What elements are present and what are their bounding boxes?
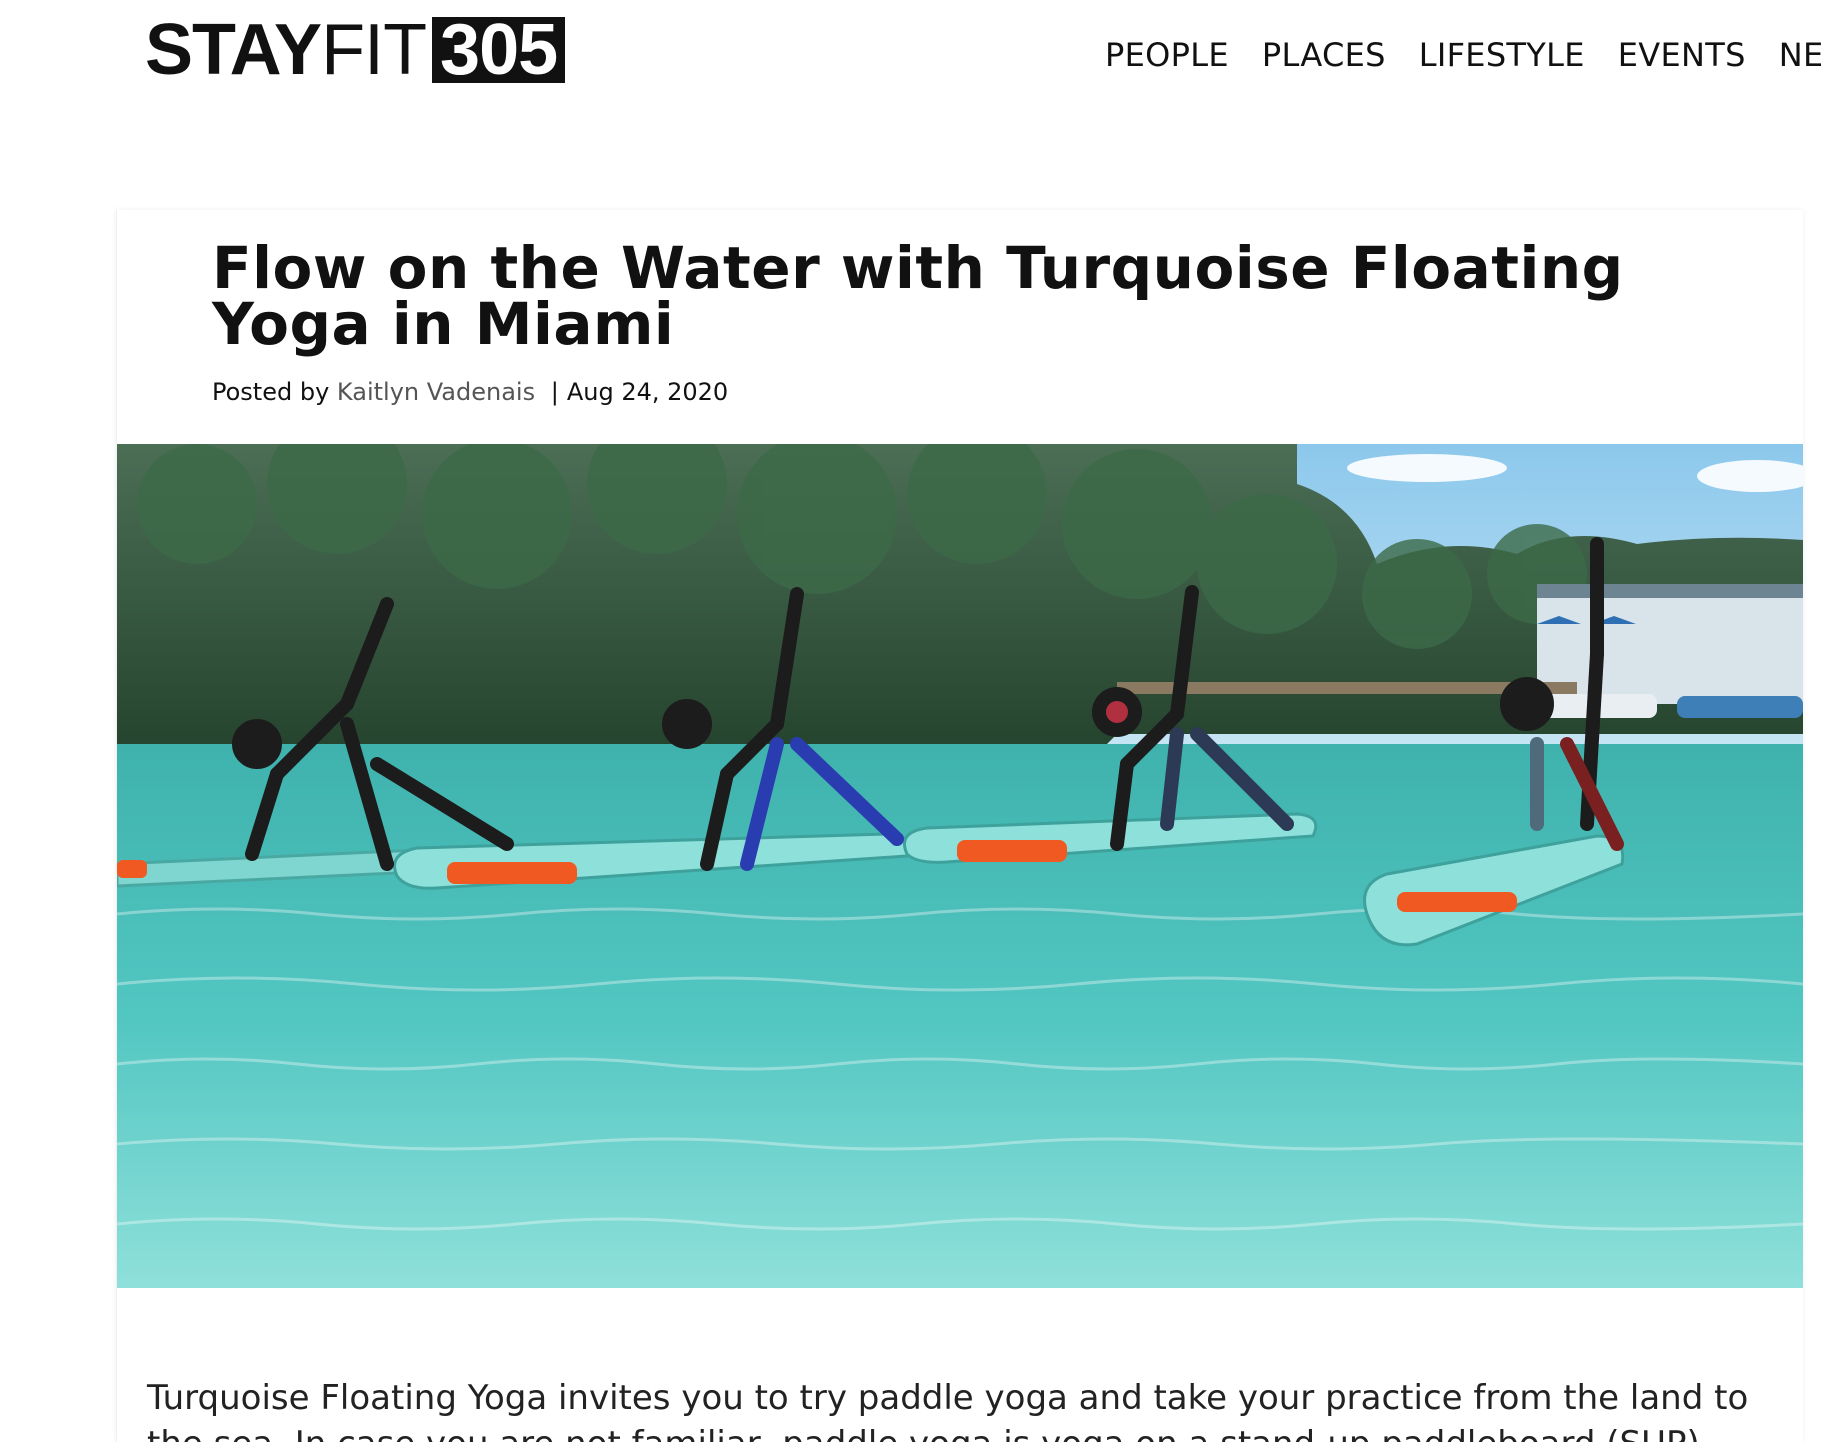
nav-news[interactable]: NEWS (1779, 36, 1821, 74)
article-title: Flow on the Water with Turquoise Floatin… (212, 234, 1624, 358)
main-nav: PEOPLE PLACES LIFESTYLE EVENTS NEWS (1105, 36, 1821, 74)
meta-separator: | (550, 378, 559, 406)
logo-stay: STAY (145, 10, 322, 90)
post-date: Aug 24, 2020 (566, 378, 729, 406)
nav-places[interactable]: PLACES (1262, 36, 1386, 74)
site-logo[interactable]: STAY FIT 305 (145, 10, 566, 90)
author-link[interactable]: Kaitlyn Vadenais (337, 378, 535, 406)
article-card: Flow on the Water with Turquoise Floatin… (116, 210, 1803, 1442)
article-meta: Posted by Kaitlyn Vadenais | Aug 24, 2020 (212, 378, 728, 406)
article-body: Turquoise Floating Yoga invites you to t… (147, 1378, 1749, 1442)
nav-lifestyle[interactable]: LIFESTYLE (1419, 36, 1585, 74)
nav-people[interactable]: PEOPLE (1105, 36, 1229, 74)
cloud (1347, 454, 1507, 482)
logo-fit: FIT (321, 10, 427, 90)
hero-image (117, 444, 1803, 1288)
hero-photo-illustration (117, 444, 1803, 1288)
logo-305: 305 (432, 14, 566, 86)
page: STAY FIT 305 PEOPLE PLACES LIFESTYLE EVENT… (0, 0, 1821, 1442)
posted-by-label: Posted by (212, 378, 330, 406)
nav-events[interactable]: EVENTS (1618, 36, 1746, 74)
